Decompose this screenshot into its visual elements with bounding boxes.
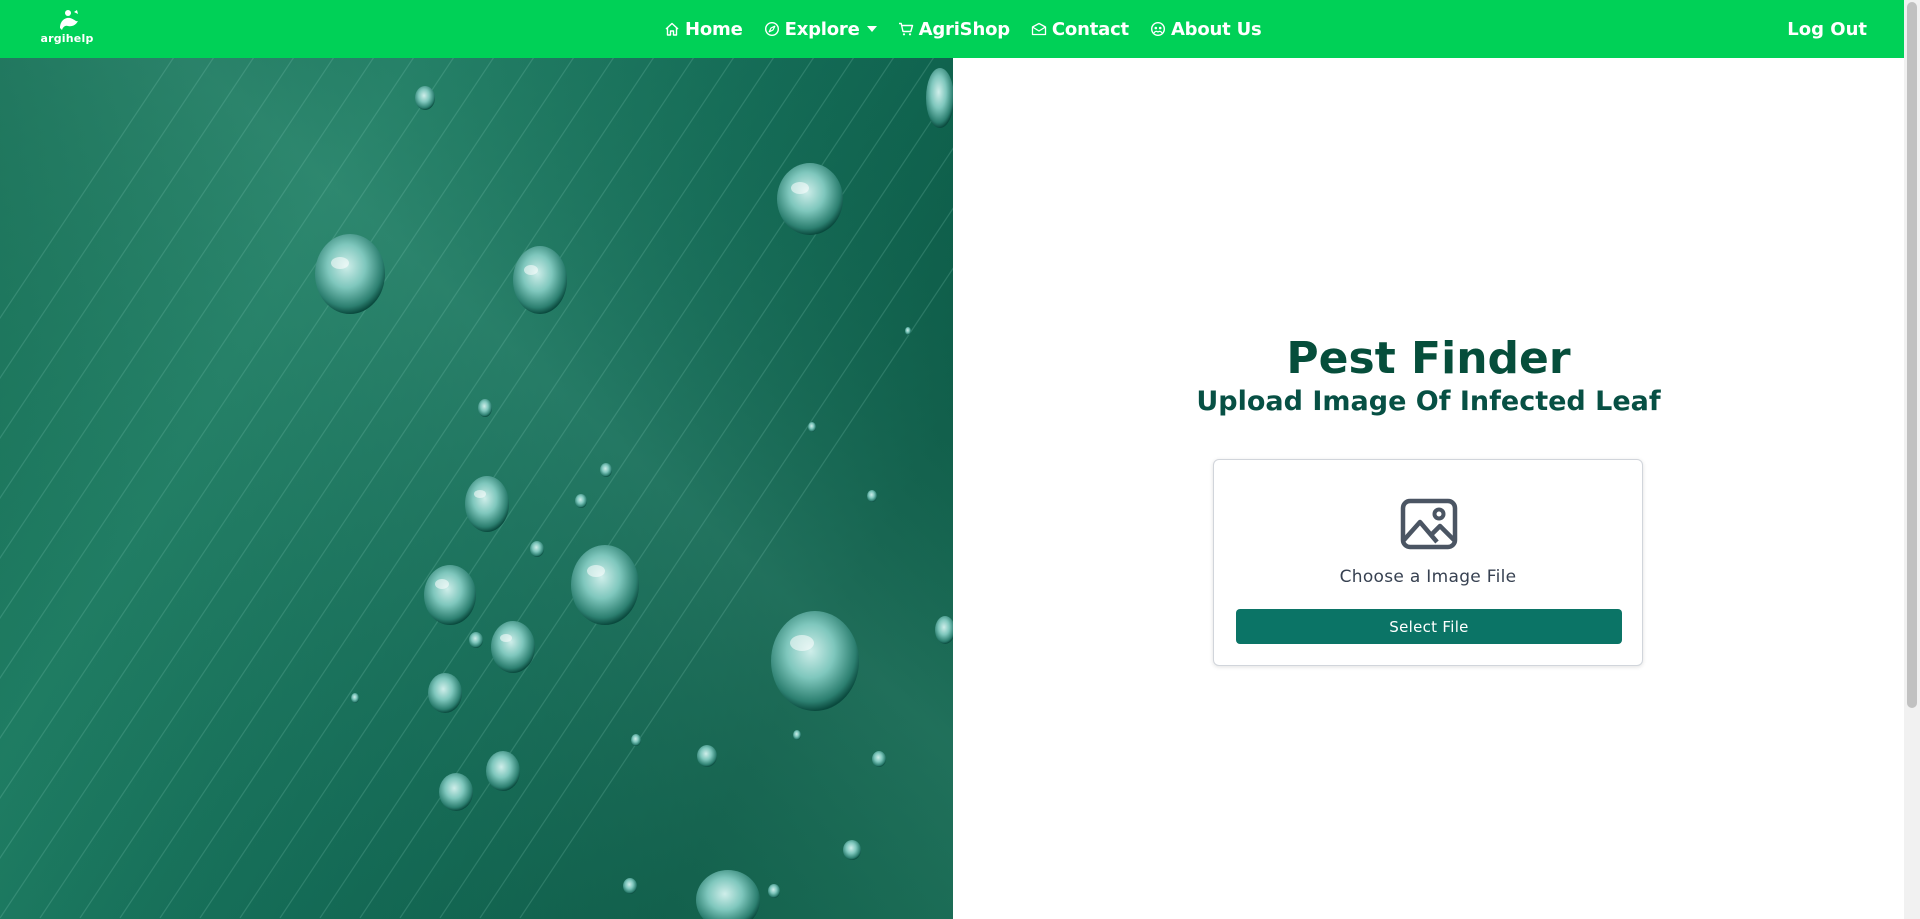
page-subtitle: Upload Image Of Infected Leaf (1196, 386, 1661, 417)
nav-item-label: Explore (784, 18, 860, 40)
chevron-down-icon (866, 26, 877, 32)
nav-item-label: Contact (1051, 18, 1129, 40)
choose-image-label: Choose a Image File (1339, 567, 1517, 587)
nav-item-about-us[interactable]: About Us (1150, 19, 1262, 40)
leaf-droplets-image (0, 58, 953, 919)
envelope-icon (1031, 22, 1047, 36)
nav-item-home[interactable]: Home (664, 19, 743, 40)
image-icon (1400, 498, 1458, 550)
nav-item-label: Home (685, 18, 743, 40)
nav-menu: Home Explore AgriShop Contact About Us (664, 0, 1262, 58)
top-navbar: argihelp Home Explore AgriShop Contact A… (0, 0, 1904, 58)
scrollbar-thumb[interactable] (1907, 2, 1917, 708)
people-icon (1150, 21, 1165, 37)
page-title: Pest Finder (1286, 333, 1571, 384)
page-scrollbar[interactable] (1904, 0, 1920, 919)
nav-item-explore[interactable]: Explore (764, 19, 877, 40)
nav-item-agrishop[interactable]: AgriShop (898, 19, 1010, 40)
nav-item-label: About Us (1170, 18, 1262, 40)
brand-name: argihelp (40, 32, 94, 45)
cart-icon (898, 22, 913, 36)
compass-icon (764, 21, 779, 37)
logout-link[interactable]: Log Out (1787, 0, 1867, 58)
brand-logo[interactable]: argihelp (38, 8, 96, 50)
leaf-droplets-illustration (0, 58, 953, 919)
pest-finder-panel: Pest Finder Upload Image Of Infected Lea… (953, 58, 1904, 919)
select-file-button[interactable]: Select File (1236, 609, 1622, 644)
home-icon (665, 22, 679, 36)
upload-card: Choose a Image File Select File (1213, 459, 1643, 666)
nav-item-label: AgriShop (918, 18, 1010, 40)
leaf-logo-icon (60, 10, 78, 30)
nav-item-contact[interactable]: Contact (1031, 19, 1129, 40)
